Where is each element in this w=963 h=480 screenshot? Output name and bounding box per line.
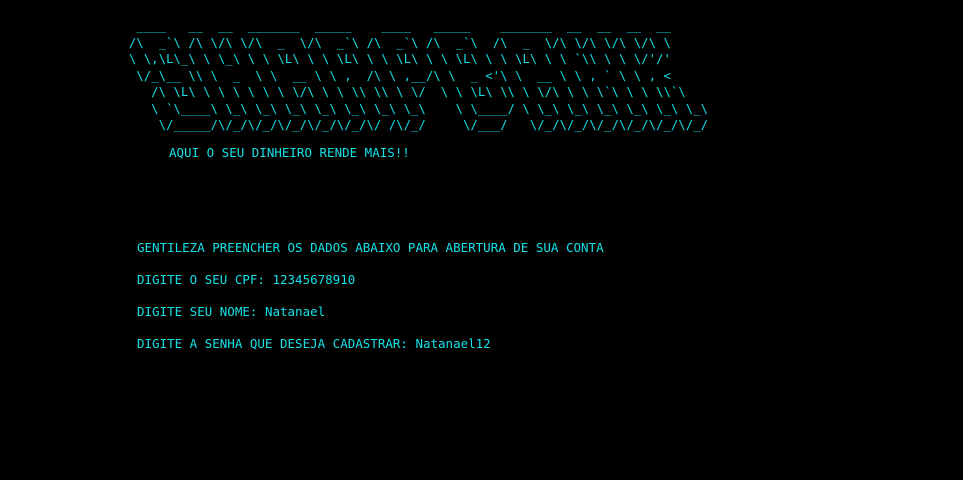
form-intro: GENTILEZA PREENCHER OS DADOS ABAIXO PARA… [137,240,604,255]
name-line[interactable]: DIGITE SEU NOME: Natanael [137,304,325,319]
password-prompt: DIGITE A SENHA QUE DESEJA CADASTRAR: [137,336,416,351]
cpf-input-value[interactable]: 12345678910 [272,272,355,287]
ascii-art-banner: ____ __ __ _______ _____ ____ _____ ____… [129,19,709,132]
password-line[interactable]: DIGITE A SENHA QUE DESEJA CADASTRAR: Nat… [137,336,491,351]
name-input-value[interactable]: Natanael [265,304,325,319]
name-prompt: DIGITE SEU NOME: [137,304,265,319]
cpf-line[interactable]: DIGITE O SEU CPF: 12345678910 [137,272,355,287]
terminal-window: ____ __ __ _______ _____ ____ _____ ____… [0,0,963,480]
tagline: AQUI O SEU DINHEIRO RENDE MAIS!! [169,145,410,160]
password-input-value[interactable]: Natanael12 [415,336,490,351]
cpf-prompt: DIGITE O SEU CPF: [137,272,273,287]
